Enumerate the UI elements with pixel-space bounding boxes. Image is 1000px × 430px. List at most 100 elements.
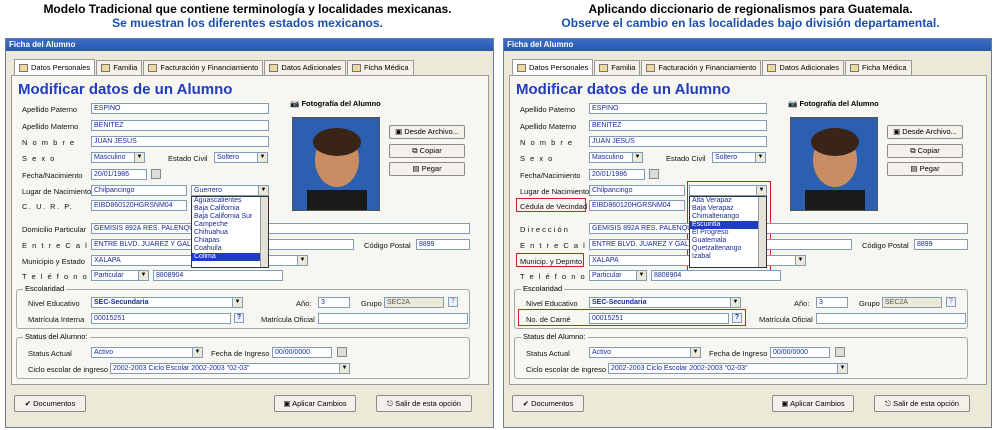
calendar-icon[interactable]	[649, 169, 659, 179]
estado-civil-select[interactable]: Soltero ▼	[712, 152, 766, 163]
fecha-nacimiento-field[interactable]: 20/01/1986	[91, 169, 147, 180]
copiar-button[interactable]: ⧉ Copiar	[887, 144, 963, 158]
grupo-help-icon[interactable]: ?	[448, 297, 458, 307]
apellido-materno-field[interactable]: BENITEZ	[91, 120, 269, 131]
estados-dropdown[interactable]: Aguascalientes Baja California Baja Cali…	[191, 196, 269, 268]
salir-button[interactable]: ⎋ Salir de esta opción	[874, 395, 970, 412]
entre-calles-field-ext[interactable]	[268, 239, 354, 250]
grupo-field[interactable]: SEC2A	[882, 297, 942, 308]
entre-calles-field-ext[interactable]	[766, 239, 852, 250]
copiar-button[interactable]: ⧉ Copiar	[389, 144, 465, 158]
tab-datos-adicionales[interactable]: Datos Adicionales	[762, 60, 844, 75]
status-actual-select[interactable]: Activo ▼	[91, 347, 203, 358]
documentos-button[interactable]: ✔ Documentos	[14, 395, 86, 412]
pegar-button[interactable]: ▤ Pegar	[389, 162, 465, 176]
fecha-ingreso-field[interactable]: 00/00/0000	[770, 347, 830, 358]
aplicar-cambios-button[interactable]: ▣ Aplicar Cambios	[772, 395, 854, 412]
anio-field[interactable]: 3	[318, 297, 350, 308]
estado-civil-select[interactable]: Soltero ▼	[214, 152, 268, 163]
calendar-icon[interactable]	[835, 347, 845, 357]
municipio-field[interactable]: XALAPA	[589, 255, 691, 266]
tab-familia[interactable]: Familia	[594, 60, 641, 75]
matricula-help-icon[interactable]: ?	[234, 313, 244, 323]
chevron-down-icon: ▼	[690, 348, 700, 357]
tab-familia[interactable]: Familia	[96, 60, 143, 75]
entre-calles-field[interactable]: ENTRE BLVD. JUAREZ Y GALEANA	[91, 239, 193, 250]
municipio-field[interactable]: XALAPA	[91, 255, 193, 266]
curp-field[interactable]: EIBD860120HGRSNM04	[91, 200, 187, 211]
status-actual-select[interactable]: Activo ▼	[589, 347, 701, 358]
cedula-field[interactable]: EIBD860120HGRSNM04	[589, 200, 685, 211]
tab-datos-personales[interactable]: Datos Personales	[512, 59, 594, 75]
direccion-field[interactable]: GEMISIS 892A RES. PALENQUE	[589, 223, 691, 234]
telefono-field[interactable]: 8808904	[651, 270, 781, 281]
ciclo-escolar-select[interactable]: 2002-2003 Ciclo Escolar 2002-2003 "02-03…	[608, 363, 848, 374]
apellido-materno-field[interactable]: BENITEZ	[589, 120, 767, 131]
documentos-button[interactable]: ✔ Documentos	[512, 395, 584, 412]
fecha-ingreso-field[interactable]: 00/00/0000	[272, 347, 332, 358]
dropdown-option[interactable]: Chiapas	[192, 237, 268, 245]
apellido-paterno-field[interactable]: ESPINO	[91, 103, 269, 114]
dropdown-option[interactable]: Alta Verapaz	[690, 197, 766, 205]
matricula-oficial-field[interactable]	[318, 313, 468, 324]
dropdown-option[interactable]: Chihuahua	[192, 229, 268, 237]
anio-field[interactable]: 3	[816, 297, 848, 308]
nivel-educativo-select[interactable]: SEC-Secundaria ▼	[91, 297, 243, 308]
tab-datos-adicionales[interactable]: Datos Adicionales	[264, 60, 346, 75]
dropdown-option[interactable]: Baja Verapaz	[690, 205, 766, 213]
telefono-tipo-select[interactable]: Particular ▼	[589, 270, 647, 281]
dropdown-option[interactable]: Baja California Sur	[192, 213, 268, 221]
ciclo-escolar-select[interactable]: 2002-2003 Ciclo Escolar 2002-2003 "02-03…	[110, 363, 350, 374]
matricula-interna-field[interactable]: 00015251	[91, 313, 231, 324]
direccion-field-ext[interactable]	[766, 223, 968, 234]
nivel-educativo-select[interactable]: SEC-Secundaria ▼	[589, 297, 741, 308]
codigo-postal-field[interactable]: 8899	[914, 239, 968, 250]
tab-datos-personales[interactable]: Datos Personales	[14, 59, 96, 75]
tab-ficha-medica[interactable]: Ficha Médica	[346, 60, 414, 75]
domicilio-field-ext[interactable]	[268, 223, 470, 234]
tab-facturacion[interactable]: Facturación y Financiamiento	[641, 60, 762, 75]
grupo-help-icon[interactable]: ?	[946, 297, 956, 307]
dropdown-option[interactable]: Aguascalientes	[192, 197, 268, 205]
sexo-select[interactable]: Masculino ▼	[91, 152, 145, 163]
domicilio-field[interactable]: GEMISIS 892A RES. PALENQUE	[91, 223, 193, 234]
dropdown-option[interactable]: Campeche	[192, 221, 268, 229]
calendar-icon[interactable]	[151, 169, 161, 179]
telefono-tipo-select[interactable]: Particular ▼	[91, 270, 149, 281]
grupo-field[interactable]: SEC2A	[384, 297, 444, 308]
pegar-button[interactable]: ▤ Pegar	[887, 162, 963, 176]
apellido-paterno-field[interactable]: ESPINO	[589, 103, 767, 114]
dropdown-option-selected[interactable]: Escuintla	[690, 221, 766, 229]
departamentos-dropdown[interactable]: Alta Verapaz Baja Verapaz Chimaltenango …	[689, 196, 767, 268]
codigo-postal-field[interactable]: 8899	[416, 239, 470, 250]
desde-archivo-button[interactable]: ▣ Desde Archivo...	[389, 125, 465, 139]
estado-select[interactable]: Guerrero ▼	[191, 185, 269, 196]
tab-facturacion[interactable]: Facturación y Financiamiento	[143, 60, 264, 75]
tab-ficha-medica[interactable]: Ficha Médica	[844, 60, 912, 75]
dropdown-option[interactable]: Quetzaltenango	[690, 245, 766, 253]
dropdown-scrollbar[interactable]	[758, 197, 766, 267]
dropdown-option[interactable]: Guatemala	[690, 237, 766, 245]
depto-municipio-select[interactable]: ▼	[766, 255, 806, 266]
aplicar-cambios-button[interactable]: ▣ Aplicar Cambios	[274, 395, 356, 412]
estado-municipio-select[interactable]: ▼	[268, 255, 308, 266]
dropdown-option[interactable]: Izabal	[690, 253, 766, 261]
dropdown-option-selected[interactable]: Colima	[192, 253, 268, 261]
desde-archivo-button[interactable]: ▣ Desde Archivo...	[887, 125, 963, 139]
dropdown-option[interactable]: El Progreso	[690, 229, 766, 237]
dropdown-option[interactable]: Coahuila	[192, 245, 268, 253]
telefono-field[interactable]: 8808904	[153, 270, 283, 281]
dropdown-option[interactable]: Chimaltenango	[690, 213, 766, 221]
nombre-field[interactable]: JUAN JESUS	[589, 136, 767, 147]
sexo-select[interactable]: Masculino ▼	[589, 152, 643, 163]
calendar-icon[interactable]	[337, 347, 347, 357]
nombre-field[interactable]: JUAN JESUS	[91, 136, 269, 147]
entre-calles-field[interactable]: ENTRE BLVD. JUAREZ Y GALEANA	[589, 239, 691, 250]
lugar-nacimiento-field[interactable]: Chilpancingo	[91, 185, 187, 196]
matricula-oficial-field[interactable]	[816, 313, 966, 324]
fecha-nacimiento-field[interactable]: 20/01/1986	[589, 169, 645, 180]
dropdown-scrollbar[interactable]	[260, 197, 268, 267]
lugar-nacimiento-field[interactable]: Chilpancingo	[589, 185, 685, 196]
salir-button[interactable]: ⎋ Salir de esta opción	[376, 395, 472, 412]
dropdown-option[interactable]: Baja California	[192, 205, 268, 213]
